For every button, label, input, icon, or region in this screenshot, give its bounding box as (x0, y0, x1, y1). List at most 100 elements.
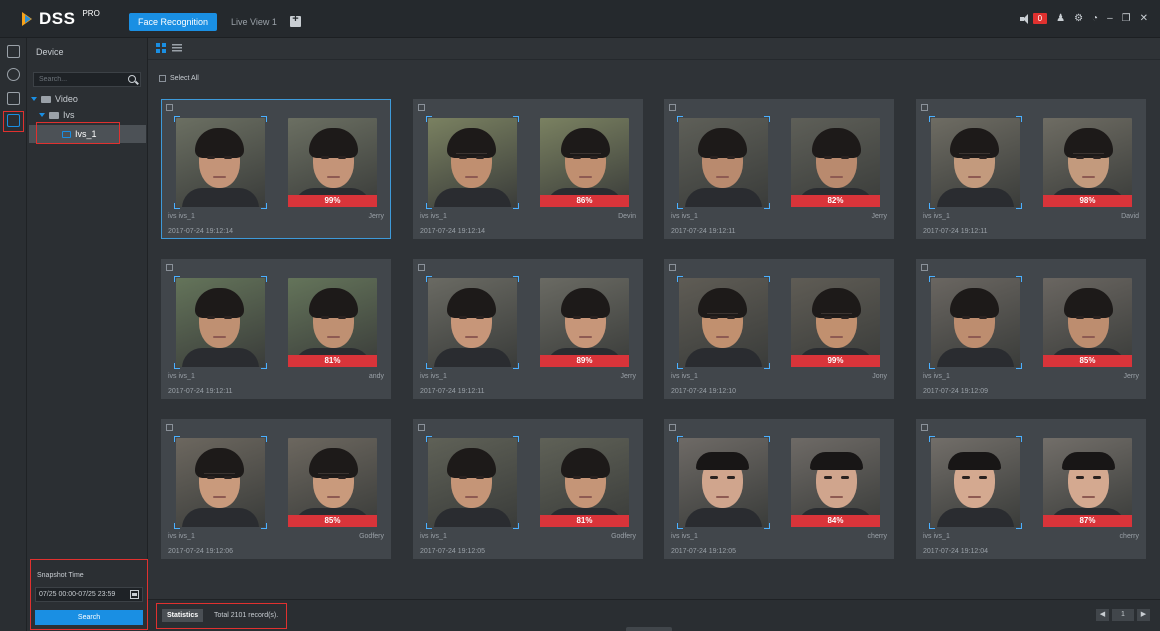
app-logo: DSS PRO (22, 9, 100, 29)
calendar-icon[interactable] (130, 590, 139, 599)
similarity-score: 81% (540, 515, 629, 527)
card-checkbox[interactable] (418, 104, 425, 111)
face-mouth (579, 336, 592, 338)
card-person-name: David (1121, 213, 1139, 220)
result-card[interactable]: 84% ivs ivs_1 cherry 2017-07-24 19:12:05 (664, 419, 894, 559)
expand-arrow-icon[interactable] (31, 97, 37, 101)
search-button[interactable]: Search (35, 610, 143, 625)
dashboard-icon[interactable]: ◔ (1092, 13, 1098, 24)
result-card[interactable]: 81% ivs ivs_1 Godfery 2017-07-24 19:12:05 (413, 419, 643, 559)
card-checkbox[interactable] (921, 104, 928, 111)
card-source: ivs ivs_1 (420, 533, 447, 540)
library-face-image[interactable] (540, 118, 629, 207)
detection-corner (513, 276, 519, 282)
card-timestamp: 2017-07-24 19:12:11 (671, 228, 736, 235)
alarm-count-badge[interactable]: 0 (1032, 13, 1048, 24)
card-checkbox[interactable] (669, 104, 676, 111)
tree-node-video[interactable]: Video (31, 94, 78, 104)
face-mouth (830, 336, 843, 338)
detection-frame (929, 276, 1022, 369)
next-page-button[interactable]: ▶ (1137, 609, 1150, 621)
tab-live-view[interactable]: Live View 1 (222, 13, 286, 31)
select-all-checkbox[interactable] (159, 75, 166, 82)
speaker-icon[interactable] (1019, 13, 1030, 24)
detection-corner (426, 523, 432, 529)
library-face-image[interactable] (791, 278, 880, 367)
result-card[interactable]: 81% ivs ivs_1 andy 2017-07-24 19:12:11 (161, 259, 391, 399)
library-face-image[interactable] (288, 438, 377, 527)
card-checkbox[interactable] (921, 424, 928, 431)
device-panel: Device Video Ivs Ivs_1 Snapshot Time 07/… (27, 38, 148, 631)
card-source: ivs ivs_1 (168, 213, 195, 220)
library-face-image[interactable] (288, 118, 377, 207)
restore-icon[interactable]: ❐ (1122, 13, 1131, 24)
window-controls: 0 ♟ ⚙ ◔ – ❐ ✕ (1019, 13, 1148, 24)
card-checkbox[interactable] (418, 264, 425, 271)
library-face-image[interactable] (1043, 438, 1132, 527)
card-checkbox[interactable] (166, 424, 173, 431)
snapshot-time-section: Snapshot Time 07/25 00:00-07/25 23:59 Se… (30, 559, 148, 630)
card-checkbox[interactable] (921, 264, 928, 271)
similarity-score: 98% (1043, 195, 1132, 207)
expand-handle[interactable] (626, 627, 672, 631)
vehicle-icon[interactable] (7, 92, 20, 105)
grid-view-icon[interactable] (156, 43, 166, 53)
face-capture-icon[interactable] (7, 68, 20, 81)
search-icon[interactable] (128, 75, 136, 83)
statistics-button[interactable]: Statistics (162, 609, 204, 622)
card-timestamp: 2017-07-24 19:12:11 (420, 388, 485, 395)
card-checkbox[interactable] (669, 264, 676, 271)
add-tab-icon[interactable] (290, 13, 301, 27)
library-face-image[interactable] (540, 278, 629, 367)
result-card[interactable]: 87% ivs ivs_1 cherry 2017-07-24 19:12:04 (916, 419, 1146, 559)
result-card[interactable]: 99% ivs ivs_1 Jony 2017-07-24 19:12:10 (664, 259, 894, 399)
card-person-name: Godfery (359, 533, 384, 540)
settings-icon[interactable]: ⚙ (1074, 13, 1083, 24)
result-card[interactable]: 86% ivs ivs_1 Devin 2017-07-24 19:12:14 (413, 99, 643, 239)
device-module-icon[interactable] (7, 45, 20, 58)
face-eye (573, 316, 581, 319)
face-eye (824, 476, 832, 479)
result-card[interactable]: 89% ivs ivs_1 Jerry 2017-07-24 19:12:11 (413, 259, 643, 399)
library-face-image[interactable] (1043, 118, 1132, 207)
logo-text: DSS (39, 9, 76, 28)
user-icon[interactable]: ♟ (1056, 13, 1065, 24)
card-checkbox[interactable] (418, 424, 425, 431)
card-person-name: Jerry (620, 373, 636, 380)
library-face-image[interactable] (791, 118, 880, 207)
tree-node-label: Video (55, 94, 78, 104)
expand-arrow-icon[interactable] (39, 113, 45, 117)
detection-corner (764, 436, 770, 442)
result-card[interactable]: 82% ivs ivs_1 Jerry 2017-07-24 19:12:11 (664, 99, 894, 239)
library-face-image[interactable] (288, 278, 377, 367)
minimize-icon[interactable]: – (1107, 13, 1113, 24)
close-icon[interactable]: ✕ (1140, 13, 1148, 24)
result-card[interactable]: 85% ivs ivs_1 Godfery 2017-07-24 19:12:06 (161, 419, 391, 559)
card-checkbox[interactable] (669, 424, 676, 431)
result-card[interactable]: 99% ivs ivs_1 Jerry 2017-07-24 19:12:14 (161, 99, 391, 239)
similarity-score: 85% (288, 515, 377, 527)
detection-corner (1016, 276, 1022, 282)
library-face-image[interactable] (791, 438, 880, 527)
tree-node-ivs[interactable]: Ivs (39, 110, 75, 120)
face-mouth (579, 176, 592, 178)
result-card[interactable]: 85% ivs ivs_1 Jerry 2017-07-24 19:12:09 (916, 259, 1146, 399)
card-checkbox[interactable] (166, 104, 173, 111)
library-face-image[interactable] (1043, 278, 1132, 367)
library-face-image[interactable] (540, 438, 629, 527)
card-checkbox[interactable] (166, 264, 173, 271)
face-eye (321, 316, 329, 319)
device-search-input[interactable] (34, 73, 119, 86)
detection-corner (1016, 523, 1022, 529)
snapshot-time-field[interactable]: 07/25 00:00-07/25 23:59 (35, 587, 143, 602)
face-eye (338, 316, 346, 319)
tab-face-recognition[interactable]: Face Recognition (129, 13, 218, 31)
detection-corner (764, 363, 770, 369)
page-number[interactable]: 1 (1112, 609, 1134, 621)
face-mouth (1082, 336, 1095, 338)
list-view-icon[interactable] (172, 43, 182, 53)
face-eye (1093, 476, 1101, 479)
select-all[interactable]: Select All (159, 75, 199, 82)
result-card[interactable]: 98% ivs ivs_1 David 2017-07-24 19:12:11 (916, 99, 1146, 239)
prev-page-button[interactable]: ◀ (1096, 609, 1109, 621)
